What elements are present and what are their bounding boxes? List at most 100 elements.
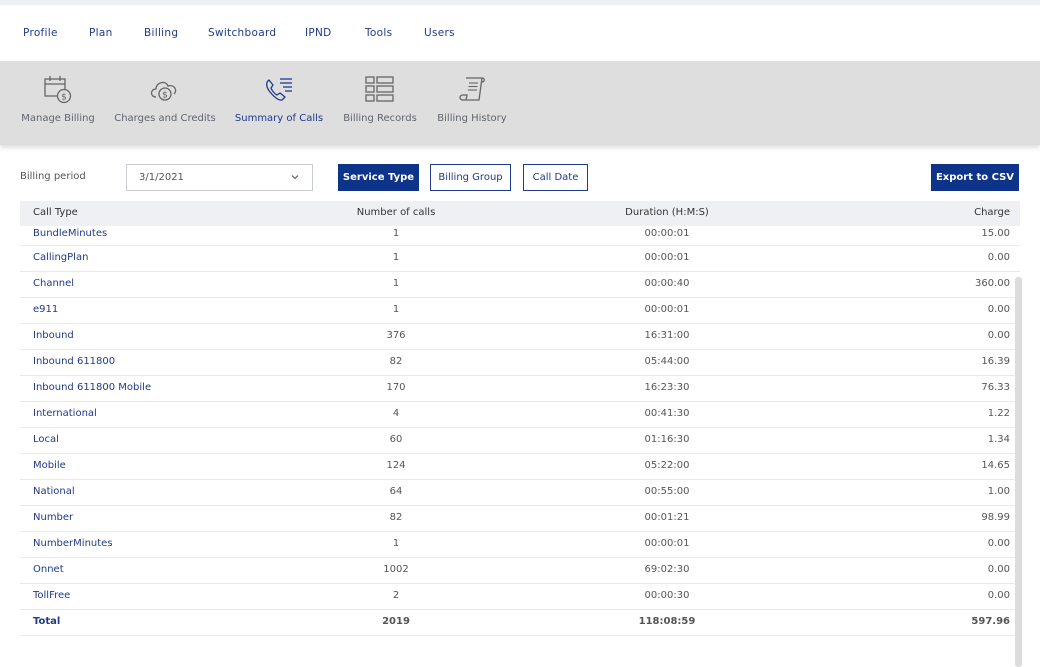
- cell-number-of-calls-value: 4: [392, 408, 400, 419]
- cell-charge: 0.00: [987, 252, 1010, 263]
- scroll-document-icon: [459, 77, 485, 101]
- nav-users[interactable]: Users: [424, 27, 455, 39]
- cell-duration-value: 00:41:30: [644, 408, 690, 419]
- table-row: National 64 00:55:00 1.00: [20, 480, 1020, 506]
- table-row: International 4 00:41:30 1.22: [20, 402, 1020, 428]
- subnav-summary-of-calls[interactable]: Summary of Calls: [234, 61, 324, 145]
- nav-billing[interactable]: Billing: [144, 27, 178, 39]
- billing-group-button[interactable]: Billing Group: [430, 164, 511, 191]
- cell-call-type[interactable]: Onnet: [33, 564, 64, 575]
- table-row: CallingPlan 1 00:00:01 0.00: [20, 246, 1020, 272]
- billing-period-value: 3/1/2021: [139, 172, 184, 183]
- subnav-label: Billing History: [437, 113, 507, 124]
- table-row: Inbound 611800 Mobile 170 16:23:30 76.33: [20, 376, 1020, 402]
- nav-profile[interactable]: Profile: [23, 27, 58, 39]
- cell-number-of-calls-value: 60: [389, 434, 403, 445]
- header-charge[interactable]: Charge: [974, 207, 1010, 218]
- cell-call-type[interactable]: Inbound 611800 Mobile: [33, 382, 151, 393]
- cell-call-type[interactable]: BundleMinutes: [33, 228, 107, 239]
- export-csv-button[interactable]: Export to CSV: [931, 164, 1019, 191]
- table-row: Local 60 01:16:30 1.34: [20, 428, 1020, 454]
- cell-charge: 0.00: [987, 330, 1010, 341]
- header-call-type[interactable]: Call Type: [33, 207, 78, 218]
- cell-charge: 98.99: [981, 512, 1010, 523]
- cell-call-type[interactable]: Local: [33, 434, 59, 445]
- subnav-charges-and-credits[interactable]: $ Charges and Credits: [113, 61, 217, 145]
- cell-number-of-calls-value: 82: [389, 356, 403, 367]
- call-date-button[interactable]: Call Date: [523, 164, 588, 191]
- cell-charge: 1.34: [987, 434, 1010, 445]
- cell-charge: 0.00: [987, 304, 1010, 315]
- cell-call-type[interactable]: NumberMinutes: [33, 538, 113, 549]
- subnav-billing-records[interactable]: Billing Records: [340, 61, 420, 145]
- table-row: Onnet 1002 69:02:30 0.00: [20, 558, 1020, 584]
- table-row: TollFree 2 00:00:30 0.00: [20, 584, 1020, 610]
- subnav-billing-history[interactable]: Billing History: [434, 61, 510, 145]
- cell-number-of-calls-value: 64: [389, 486, 403, 497]
- cell-duration-value: 00:00:01: [644, 538, 690, 549]
- cell-charge: 0.00: [987, 564, 1010, 575]
- cell-call-type[interactable]: TollFree: [33, 590, 70, 601]
- call-summary-table: Call Type Number of calls Duration (H:M:…: [20, 201, 1020, 636]
- table-row: NumberMinutes 1 00:00:01 0.00: [20, 532, 1020, 558]
- cell-call-type[interactable]: Channel: [33, 278, 74, 289]
- header-number-of-calls-label: Number of calls: [356, 207, 436, 218]
- cell-number-of-calls-value: 1: [392, 538, 400, 549]
- nav-switchboard[interactable]: Switchboard: [208, 27, 276, 39]
- cell-call-type[interactable]: CallingPlan: [33, 252, 88, 263]
- cell-duration-value: 00:00:01: [644, 228, 690, 239]
- subnav-label: Billing Records: [343, 113, 417, 124]
- cell-call-type[interactable]: Mobile: [33, 460, 66, 471]
- table-row: e911 1 00:00:01 0.00: [20, 298, 1020, 324]
- cell-charge: 1.22: [987, 408, 1010, 419]
- cell-charge: 360.00: [975, 278, 1010, 289]
- nav-ipnd[interactable]: IPND: [305, 27, 332, 39]
- total-label: Total: [33, 616, 61, 627]
- table-row: BundleMinutes 1 00:00:01 15.00: [20, 226, 1020, 246]
- cell-duration-value: 01:16:30: [644, 434, 690, 445]
- cloud-dollar-icon: $: [150, 81, 177, 101]
- cell-charge: 15.00: [981, 228, 1010, 239]
- cell-number-of-calls-value: 170: [386, 382, 406, 393]
- cell-duration-value: 00:00:01: [644, 304, 690, 315]
- cell-call-type[interactable]: e911: [33, 304, 58, 315]
- cell-number-of-calls-value: 376: [386, 330, 406, 341]
- cell-call-type[interactable]: Inbound: [33, 330, 74, 341]
- cell-number-of-calls-value: 1: [392, 252, 400, 263]
- total-duration-value: 118:08:59: [638, 616, 696, 627]
- cell-call-type[interactable]: Number: [33, 512, 73, 523]
- table-body: BundleMinutes 1 00:00:01 15.00 CallingPlan 1 0…: [20, 226, 1020, 610]
- billing-subnav: $ Manage Billing $ Charges and Credits S…: [0, 61, 1040, 145]
- cell-charge: 0.00: [987, 538, 1010, 549]
- phone-list-icon: [266, 78, 292, 101]
- calendar-dollar-icon: $: [44, 76, 72, 104]
- billing-period-select[interactable]: 3/1/2021: [126, 164, 313, 191]
- table-row: Inbound 611800 82 05:44:00 16.39: [20, 350, 1020, 376]
- records-grid-icon: [365, 76, 394, 102]
- svg-text:$: $: [162, 91, 168, 101]
- nav-plan[interactable]: Plan: [89, 27, 113, 39]
- cell-duration-value: 69:02:30: [644, 564, 690, 575]
- cell-number-of-calls-value: 124: [386, 460, 406, 471]
- cell-number-of-calls-value: 1: [392, 228, 400, 239]
- scrollbar[interactable]: [1015, 277, 1022, 667]
- cell-number-of-calls-value: 1002: [383, 564, 409, 575]
- table-row: Number 82 00:01:21 98.99: [20, 506, 1020, 532]
- chevron-down-icon: [291, 175, 299, 180]
- service-type-button[interactable]: Service Type: [338, 164, 419, 191]
- cell-duration-value: 00:00:40: [644, 278, 690, 289]
- cell-number-of-calls-value: 1: [392, 278, 400, 289]
- cell-call-type[interactable]: International: [33, 408, 97, 419]
- cell-call-type[interactable]: Inbound 611800: [33, 356, 115, 367]
- cell-call-type[interactable]: National: [33, 486, 75, 497]
- nav-tools[interactable]: Tools: [365, 27, 392, 39]
- top-nav: Profile Plan Billing Switchboard IPND To…: [0, 5, 1040, 61]
- total-charge: 597.96: [971, 616, 1010, 627]
- cell-duration-value: 00:55:00: [644, 486, 690, 497]
- table-row: Channel 1 00:00:40 360.00: [20, 272, 1020, 298]
- cell-charge: 16.39: [981, 356, 1010, 367]
- cell-duration-value: 05:22:00: [644, 460, 690, 471]
- table-row: Inbound 376 16:31:00 0.00: [20, 324, 1020, 350]
- subnav-manage-billing[interactable]: $ Manage Billing: [18, 61, 98, 145]
- cell-charge: 1.00: [987, 486, 1010, 497]
